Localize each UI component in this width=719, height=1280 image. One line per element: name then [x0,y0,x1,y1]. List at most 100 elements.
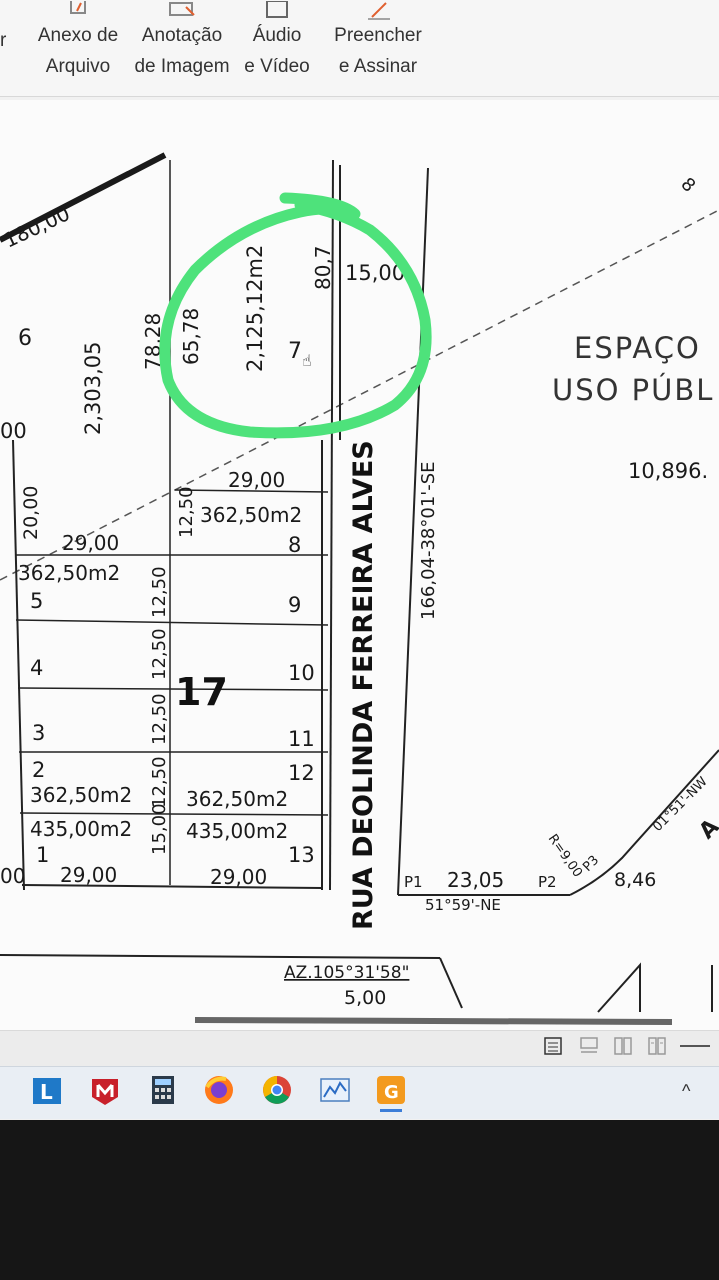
ribbon-toolbar: r Anexo de Arquivo Anotação de Imagem Áu… [0,0,719,97]
dim-label: 29,00 [60,863,117,887]
g-app-icon[interactable]: G [374,1073,408,1107]
dim-label: 12,50 [149,693,170,745]
chart-app-icon[interactable] [318,1073,352,1107]
area-label: 362,50m2 [200,503,302,527]
street-name: RUA DEOLINDA FERREIRA ALVES [348,440,379,930]
svg-text:G: G [384,1082,399,1103]
hand-cursor-icon: ☝ [302,351,312,370]
screen: r Anexo de Arquivo Anotação de Imagem Áu… [0,0,719,1120]
area-label: 362,50m2 [18,561,120,585]
block-number: 17 [175,670,228,714]
media-icon [240,0,314,20]
dim-label: 15,00 [149,803,170,855]
area-label: 2,125,12m2 [243,245,267,372]
dim-label: 180,00 [0,201,74,252]
dim-label: 8,46 [614,869,656,891]
audio-video-label-1: Áudio [252,25,302,46]
attach-file-label-2: Arquivo [45,56,111,77]
point-p2: P2 [538,873,557,891]
corner-label: A [695,815,719,845]
area-label: 2,303,05 [81,341,105,435]
lot-number-10: 10 [288,661,315,685]
dim-label: 20,00 [20,486,42,540]
continuous-view-icon[interactable] [580,1037,598,1055]
lot-number-2: 2 [32,758,45,782]
attach-file-button[interactable]: Anexo de Arquivo [34,0,122,82]
book-view-icon[interactable] [648,1037,666,1055]
dim-label: 00 [0,864,25,888]
monitor-bezel [0,1120,719,1280]
lot-line [19,812,329,816]
public-area-value: 10,896. [628,459,708,483]
triangle-marker [597,962,641,1013]
dim-label: 29,00 [228,468,285,492]
area-label: 362,50m2 [186,787,288,811]
calculator-icon[interactable] [146,1073,180,1107]
paperclip-icon [34,0,122,20]
public-space-label-1: ESPAÇO [574,331,701,365]
mcafee-icon[interactable] [88,1073,122,1107]
taskbar: L G ^ [0,1066,719,1119]
image-annotation-icon [134,0,230,20]
lot-number-8: 8 [288,533,301,557]
lot-number-11: 11 [288,727,315,751]
lot-number-12: 12 [288,761,315,785]
firefox-icon[interactable] [202,1073,236,1107]
image-annotation-label-1: Anotação [141,25,223,46]
l-app-icon[interactable]: L [30,1073,64,1107]
lot-line [15,619,329,626]
highlight-circle [159,192,432,439]
area-label: 435,00m2 [186,819,288,843]
ribbon-cut-label: r [0,30,7,51]
fill-and-sign-button[interactable]: Preencher e Assinar [330,0,426,82]
active-app-indicator [380,1109,402,1112]
dim-label: 00 [0,419,27,443]
image-annotation-button[interactable]: Anotação de Imagem [134,0,230,82]
lot-line [17,687,329,691]
zoom-slider[interactable] [680,1045,710,1047]
lot-number-7: 7 [288,339,302,364]
audio-video-label-2: e Vídeo [244,56,310,77]
azimuth-label: AZ.105°31'58" [284,963,409,983]
fill-and-sign-label-1: Preencher [334,25,422,46]
fill-and-sign-label-2: e Assinar [338,56,418,77]
dim-label: 65,78 [179,308,203,365]
bottom-boundary [0,954,441,959]
public-space-label-2: USO PÚBL [552,373,714,407]
audio-video-button[interactable]: Áudio e Vídeo [240,0,314,82]
lot-number-4: 4 [30,656,43,680]
dim-label: 29,00 [62,531,119,555]
dim-label: 12,50 [176,486,197,538]
dim-label: 12,50 [149,566,170,618]
pen-sign-icon [330,0,426,20]
boundary-angle [439,957,463,1009]
area-label: 362,50m2 [30,783,132,807]
bearing-label: 166,04-38°01'-SE [418,461,439,620]
status-bar [0,1030,719,1067]
area-label: 435,00m2 [30,817,132,841]
document-canvas[interactable]: 180,00 6 2,303,05 78,28 65,78 2,125,12m2… [0,100,719,1030]
dim-label: 5,00 [344,987,386,1009]
lot-number-9: 9 [288,593,301,617]
dim-label: 12,50 [149,628,170,680]
lot-number-6: 6 [18,326,32,351]
edge-label: 8 [676,174,699,197]
page-view-icon[interactable] [544,1037,562,1055]
chrome-icon[interactable] [260,1073,294,1107]
dim-label: 29,00 [210,865,267,889]
horizontal-scrollbar[interactable] [194,1017,673,1025]
lot-number-13: 13 [288,843,315,867]
lot-number-5: 5 [30,589,43,613]
point-p1: P1 [404,873,423,891]
dim-label: 12,50 [149,756,170,808]
attach-file-label-1: Anexo de [37,25,119,46]
svg-text:L: L [40,1080,53,1104]
subdivision-plan: 180,00 6 2,303,05 78,28 65,78 2,125,12m2… [0,152,719,1025]
tray-chevron-icon[interactable]: ^ [682,1081,690,1102]
dim-label: 80,7 [311,245,335,290]
lot-number-3: 3 [32,721,45,745]
dim-label: 23,05 [447,868,504,892]
image-annotation-label-2: de Imagem [134,56,230,77]
lot-number-1: 1 [36,843,49,867]
two-page-view-icon[interactable] [614,1037,632,1055]
